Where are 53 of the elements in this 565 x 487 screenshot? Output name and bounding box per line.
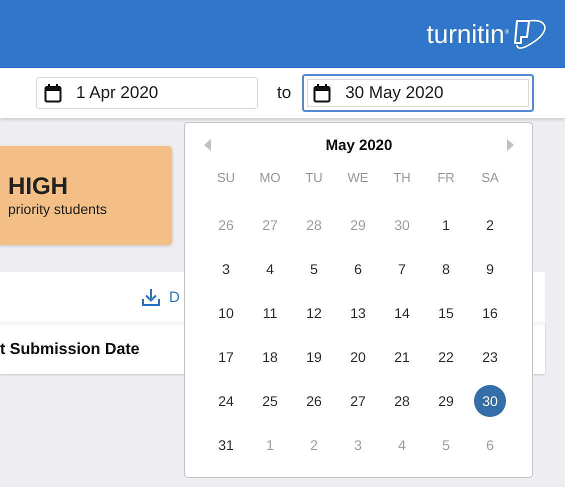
calendar-day[interactable]: 16 [474,297,506,329]
calendar-day[interactable]: 1 [430,209,462,241]
calendar-day[interactable]: 12 [298,297,330,329]
calendar-day[interactable]: 27 [342,385,374,417]
calendar-icon [313,83,332,103]
calendar-day[interactable]: 8 [430,253,462,285]
calendar-day[interactable]: 22 [430,341,462,373]
weekday-label: SA [480,168,500,186]
calendar-day[interactable]: 11 [254,297,286,329]
calendar-day[interactable]: 3 [210,253,242,285]
calendar-icon [44,83,62,103]
calendar-day[interactable]: 20 [342,341,374,373]
calendar-day[interactable]: 14 [386,297,418,329]
calendar-day[interactable]: 17 [210,341,242,373]
calendar-day[interactable]: 7 [386,253,418,285]
calendar-day[interactable]: 25 [254,385,286,417]
calendar-day[interactable]: 29 [430,385,462,417]
weekday-label: TU [304,168,324,186]
calendar-day[interactable]: 30 [474,385,506,417]
calendar-day[interactable]: 23 [474,341,506,373]
calendar-day[interactable]: 15 [430,297,462,329]
start-date-field[interactable]: 1 Apr 2020 [36,77,258,109]
range-separator: to [277,83,292,103]
calendar-day[interactable]: 26 [298,385,330,417]
column-header: t Submission Date [0,340,140,358]
weekday-label: FR [436,168,456,186]
month-title: May 2020 [326,136,392,154]
calendar-day[interactable]: 4 [254,253,286,285]
previous-month-icon[interactable] [204,139,212,151]
calendar-day[interactable]: 31 [210,429,242,461]
weekday-label: MO [258,168,282,186]
calendar-day[interactable]: 18 [254,341,286,373]
weekday-label: TH [392,168,412,186]
calendar-day[interactable]: 24 [210,385,242,417]
weekday-label: WE [346,168,370,186]
priority-caption: priority students [8,200,108,217]
calendar-day[interactable]: 2 [474,209,506,241]
calendar-day[interactable]: 19 [298,341,330,373]
calendar-day[interactable]: 10 [210,297,242,329]
calendar-day[interactable]: 5 [298,253,330,285]
logo-text: turnitin$^{®}$ [426,18,509,50]
download-link[interactable]: D [169,288,180,306]
next-month-icon[interactable] [506,139,514,151]
priority-level: HIGH [8,174,69,201]
calendar-day[interactable]: 13 [342,297,374,329]
weekday-label: SU [216,168,236,186]
page-icon [511,17,547,51]
calendar-day[interactable]: 21 [386,341,418,373]
calendar-day[interactable]: 28 [386,385,418,417]
end-date-field[interactable]: 30 May 2020 [302,74,534,112]
calendar-day[interactable]: 9 [474,253,506,285]
calendar-day[interactable]: 6 [342,253,374,285]
download-icon[interactable] [141,287,161,307]
